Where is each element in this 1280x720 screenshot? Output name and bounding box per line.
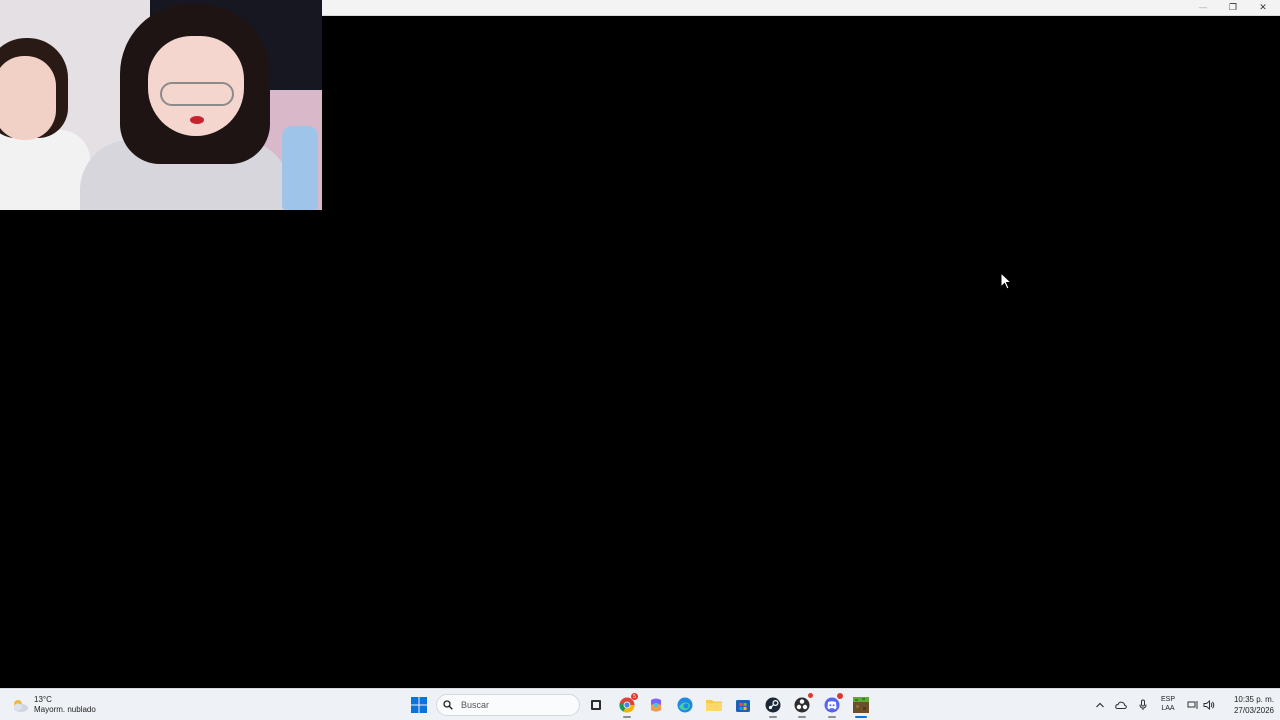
task-view-icon	[591, 700, 601, 710]
webcam-overlay	[0, 0, 322, 210]
store-icon	[736, 700, 750, 712]
restore-button[interactable]: ❐	[1218, 0, 1248, 15]
tray-onedrive[interactable]	[1113, 693, 1129, 717]
show-hidden-icons-button[interactable]	[1092, 693, 1108, 717]
active-window-indicator	[855, 716, 867, 718]
keyboard-layout: LAA	[1161, 705, 1175, 712]
taskbar-chrome[interactable]: 5	[615, 693, 639, 718]
copilot-icon	[651, 698, 661, 712]
running-indicator	[828, 716, 836, 718]
webcam-lips	[190, 116, 204, 124]
minecraft-icon	[853, 697, 869, 713]
file-explorer-icon	[706, 700, 722, 711]
steam-icon	[765, 697, 781, 713]
start-button[interactable]	[407, 693, 431, 717]
search-input[interactable]	[461, 700, 571, 710]
minimize-button[interactable]: —	[1188, 0, 1218, 15]
discord-notification-dot	[837, 693, 843, 699]
task-view-button[interactable]	[584, 693, 608, 717]
chevron-up-icon	[1096, 702, 1104, 708]
edge-icon	[677, 697, 693, 713]
weather-text: 13°C Mayorm. nublado	[34, 695, 96, 715]
webcam-person-left-body	[0, 130, 90, 210]
tray-microphone[interactable]	[1135, 693, 1151, 717]
taskbar-store[interactable]	[731, 693, 755, 717]
tray-volume[interactable]	[1202, 693, 1216, 717]
running-indicator	[769, 716, 777, 718]
speaker-icon	[1203, 700, 1215, 710]
clock-date: 27/03/2026	[1233, 706, 1274, 715]
taskbar-edge[interactable]	[673, 693, 697, 717]
microphone-icon	[1139, 699, 1147, 710]
windows-start-icon	[411, 697, 427, 713]
mouse-cursor-icon	[1000, 272, 1012, 290]
taskbar-obs[interactable]	[790, 693, 814, 718]
clock[interactable]: 10:35 p. m. 27/03/2026	[1220, 694, 1274, 716]
running-indicator	[798, 716, 806, 718]
discord-icon	[824, 697, 840, 713]
taskbar-steam[interactable]	[761, 693, 785, 718]
running-indicator	[623, 716, 631, 718]
taskbar-copilot[interactable]	[644, 693, 668, 717]
obs-recording-dot	[808, 693, 813, 698]
network-icon	[1187, 701, 1198, 709]
search-icon	[443, 700, 453, 710]
cloudy-weather-icon	[14, 700, 28, 712]
taskbar-discord[interactable]	[820, 693, 844, 718]
taskbar-search[interactable]	[436, 694, 580, 716]
cloud-sync-icon	[1115, 701, 1127, 709]
close-button[interactable]: ✕	[1248, 0, 1278, 15]
webcam-person-left-face	[0, 56, 56, 140]
language-indicator[interactable]: ESP LAA	[1158, 695, 1178, 713]
taskbar: 13°C Mayorm. nublado Buscar 5 ESP LAA 10…	[0, 688, 1280, 720]
webcam-water-bottle	[282, 126, 318, 210]
clock-time: 10:35 p. m.	[1233, 695, 1274, 704]
weather-condition: Mayorm. nublado	[34, 705, 96, 714]
window-titlebar: — ❐ ✕	[321, 0, 1280, 16]
webcam-glasses	[160, 82, 234, 106]
taskbar-minecraft[interactable]	[849, 693, 873, 718]
tray-network[interactable]	[1186, 693, 1200, 717]
taskbar-file-explorer[interactable]	[702, 693, 726, 717]
weather-temperature: 13°C	[34, 695, 52, 704]
language-code: ESP	[1160, 696, 1175, 703]
chrome-notification-badge: 5	[631, 693, 638, 700]
obs-icon	[794, 697, 810, 713]
weather-widget[interactable]: 13°C Mayorm. nublado	[10, 693, 96, 717]
